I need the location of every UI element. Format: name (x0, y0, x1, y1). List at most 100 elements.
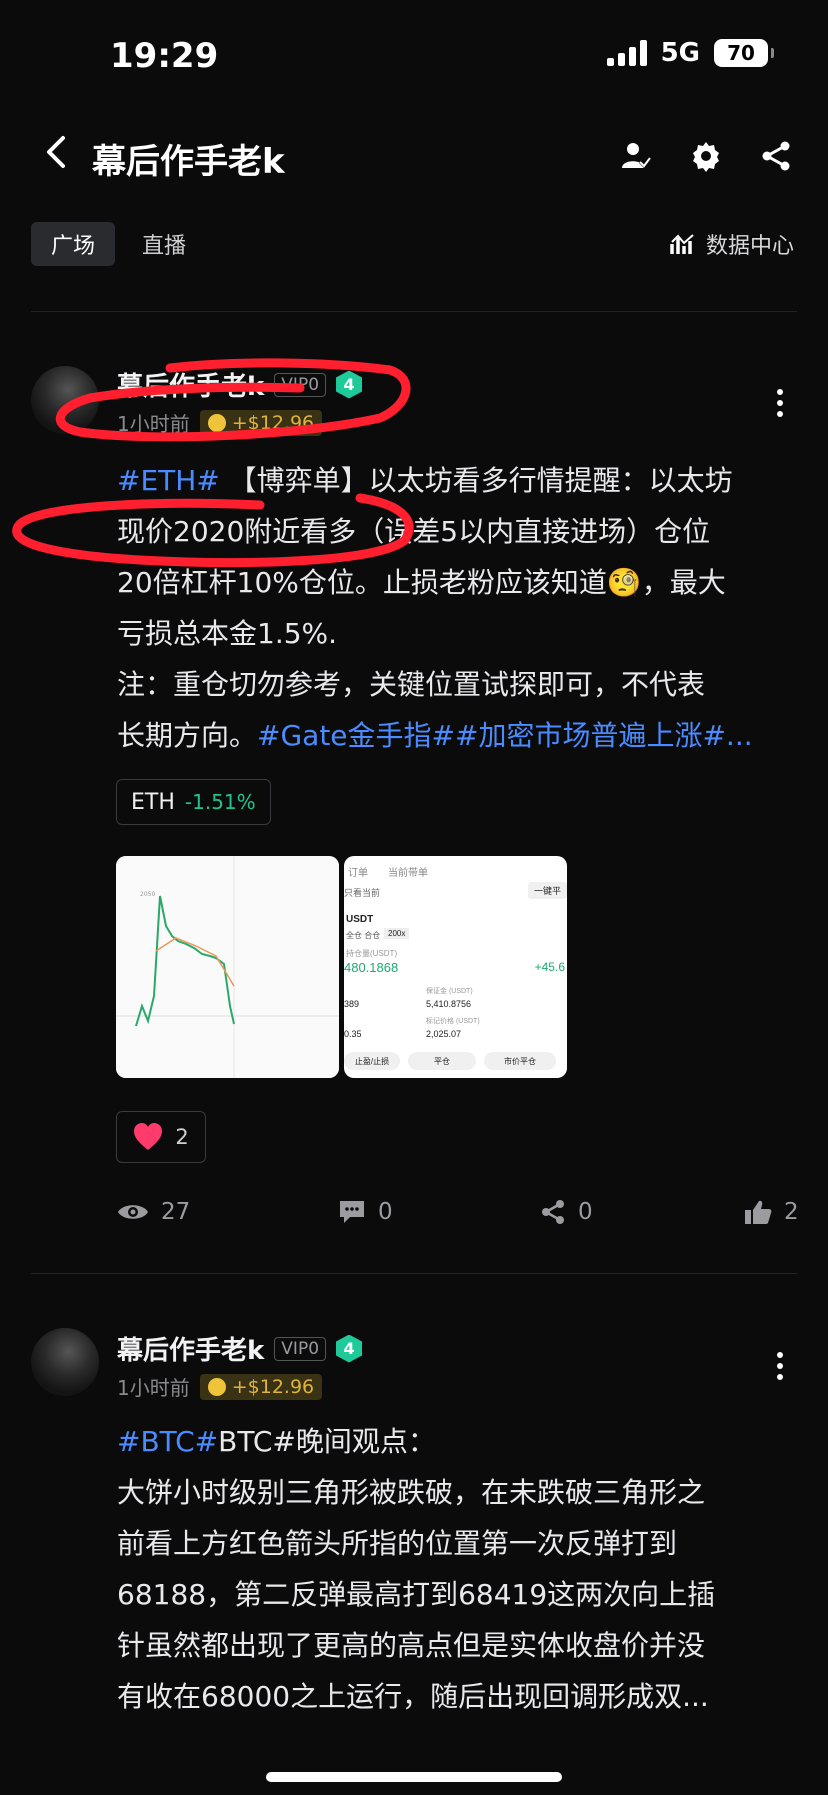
signal-icon (606, 40, 647, 66)
post-body: #ETH# 【博弈单】以太坊看多行情提醒：以太坊 现价2020附近看多（误差5以… (117, 455, 797, 761)
chart-thumbnail[interactable]: 2050 (116, 856, 339, 1078)
post-author-row: 幕后作手老k VIP0 4 (117, 366, 363, 403)
left-value: 0.35 (344, 1029, 362, 1039)
level-badge: 4 (336, 370, 363, 399)
author-name[interactable]: 幕后作手老k (117, 1330, 264, 1367)
share-icon[interactable] (758, 138, 794, 174)
price-chart-image: 2050 (116, 856, 339, 1078)
reward-amount: +$12.96 (231, 1375, 315, 1398)
market-close-button: 市价平仓 (484, 1052, 556, 1070)
page-title: 幕后作手老k (92, 142, 285, 182)
post-body: #BTC#BTC#晚间观点： 大饼小时级别三角形被跌破，在未跌破三角形之 前看上… (117, 1416, 797, 1722)
pair-label: USDT (346, 914, 374, 925)
views-stat: 27 (117, 1199, 190, 1225)
thumbs-stat[interactable]: 2 (744, 1199, 799, 1225)
data-center-link[interactable]: 数据中心 (670, 222, 794, 266)
qty-value: 480.1868 (344, 960, 399, 975)
mark-value: 2,025.07 (426, 1029, 462, 1039)
status-time: 19:29 (110, 36, 219, 76)
thumbs-count: 2 (784, 1199, 799, 1225)
close-button: 平仓 (408, 1052, 476, 1070)
reward-badge: +$12.96 (199, 1373, 323, 1400)
author-name[interactable]: 幕后作手老k (117, 366, 264, 403)
mark-label: 标记价格 (USDT) (426, 1018, 480, 1025)
post-line: 现价2020附近看多（误差5以内直接进场）仓位 (117, 515, 711, 548)
coin-symbol: ETH (131, 789, 175, 815)
position-thumbnail[interactable]: 订单 当前带单 只看当前 一键平 USDT 全仓 合仓 200x 持仓量(USD… (344, 856, 567, 1078)
close-all-button: 一键平 (527, 882, 567, 899)
post-line: 20倍杠杆10%仓位。止损老粉应该知道🧐，最大 (117, 566, 726, 599)
post-line: 长期方向。#Gate金手指##加密市场普遍上涨#... (117, 710, 797, 761)
hashtag-link[interactable]: #Gate金手指##加密市场普遍上涨#... (257, 719, 753, 752)
post-meta: 1小时前 +$12.96 (117, 408, 323, 437)
coin-chip[interactable]: ETH -1.51% (116, 779, 271, 825)
views-count: 27 (161, 1199, 191, 1225)
divider (31, 1273, 797, 1274)
svg-text:2050: 2050 (140, 891, 155, 898)
header-actions (618, 138, 794, 174)
post-line: 前看上方红色箭头所指的位置第一次反弹打到 (117, 1527, 678, 1560)
post-text: 【博弈单】以太坊看多行情提醒：以太坊 (219, 464, 733, 497)
avatar[interactable] (31, 1328, 99, 1396)
gear-icon[interactable] (688, 138, 724, 174)
comments-stat[interactable]: 0 (338, 1199, 393, 1225)
tab-square[interactable]: 广场 (31, 222, 115, 266)
post-line: #ETH# 【博弈单】以太坊看多行情提醒：以太坊 (117, 455, 797, 506)
tpsl-button: 止盈/止损 (344, 1052, 400, 1070)
coin-icon (207, 413, 226, 432)
thumbs-up-icon (745, 1200, 772, 1224)
tab-live[interactable]: 直播 (142, 222, 186, 266)
eye-icon (118, 1205, 148, 1219)
hashtag-link[interactable]: #BTC# (117, 1425, 218, 1458)
reward-amount: +$12.96 (231, 411, 315, 434)
network-type: 5G (660, 38, 700, 68)
divider (31, 311, 797, 312)
shares-count: 0 (578, 1199, 593, 1225)
battery-icon: 70 (714, 39, 774, 67)
coin-change: -1.51% (184, 790, 256, 814)
like-reaction-button[interactable]: 2 (116, 1111, 206, 1163)
level-badge: 4 (336, 1334, 363, 1363)
filter-label: 只看当前 (344, 888, 381, 898)
leverage: 200x (384, 928, 410, 939)
qty-label: 持仓量(USDT) (346, 949, 398, 958)
post-author-row: 幕后作手老k VIP0 4 (117, 1330, 363, 1367)
post-time: 1小时前 (117, 1376, 190, 1400)
reward-badge: +$12.96 (199, 409, 323, 436)
pnl-value: +45.6 (534, 960, 565, 974)
order-tab: 订单 (348, 868, 368, 879)
post-line: 有收在68000之上运行，随后出现回调形成双... (117, 1680, 709, 1713)
more-options-icon[interactable] (776, 389, 784, 417)
coin-icon (207, 1377, 226, 1396)
left-value: 389 (344, 999, 360, 1009)
avatar[interactable] (31, 366, 99, 434)
home-indicator[interactable] (266, 1772, 562, 1782)
like-count: 2 (175, 1125, 189, 1149)
post-text: BTC#晚间观点： (218, 1425, 436, 1458)
user-follow-icon[interactable] (618, 138, 654, 174)
post-meta: 1小时前 +$12.96 (117, 1372, 323, 1401)
post-line: 注：重仓切勿参考，关键位置试探即可，不代表 (117, 668, 706, 701)
margin-mode: 全仓 合仓 (346, 931, 381, 940)
post-line: 大饼小时级别三角形被跌破，在未跌破三角形之 (117, 1476, 706, 1509)
back-arrow-icon[interactable] (34, 130, 78, 174)
shares-stat[interactable]: 0 (540, 1199, 593, 1225)
margin-value: 5,410.8756 (426, 999, 472, 1009)
data-center-label: 数据中心 (705, 234, 794, 259)
post-line: 针虽然都出现了更高的高点但是实体收盘价并没 (117, 1629, 706, 1662)
post-text: 长期方向。 (117, 719, 258, 752)
chart-icon (670, 234, 694, 254)
share-icon (542, 1200, 564, 1224)
post-line: 亏损总本金1.5%. (117, 617, 338, 650)
comment-icon (340, 1201, 364, 1223)
post-time: 1小时前 (117, 412, 190, 436)
current-order-tab: 当前带单 (388, 868, 428, 879)
vip-badge: VIP0 (274, 372, 327, 397)
heart-icon (134, 1123, 163, 1150)
comments-count: 0 (378, 1199, 393, 1225)
post-line: #BTC#BTC#晚间观点： (117, 1416, 797, 1467)
more-options-icon[interactable] (776, 1352, 784, 1380)
vip-badge: VIP0 (274, 1336, 327, 1361)
status-indicators: 5G 70 (606, 38, 774, 68)
hashtag-link[interactable]: #ETH# (117, 464, 220, 497)
